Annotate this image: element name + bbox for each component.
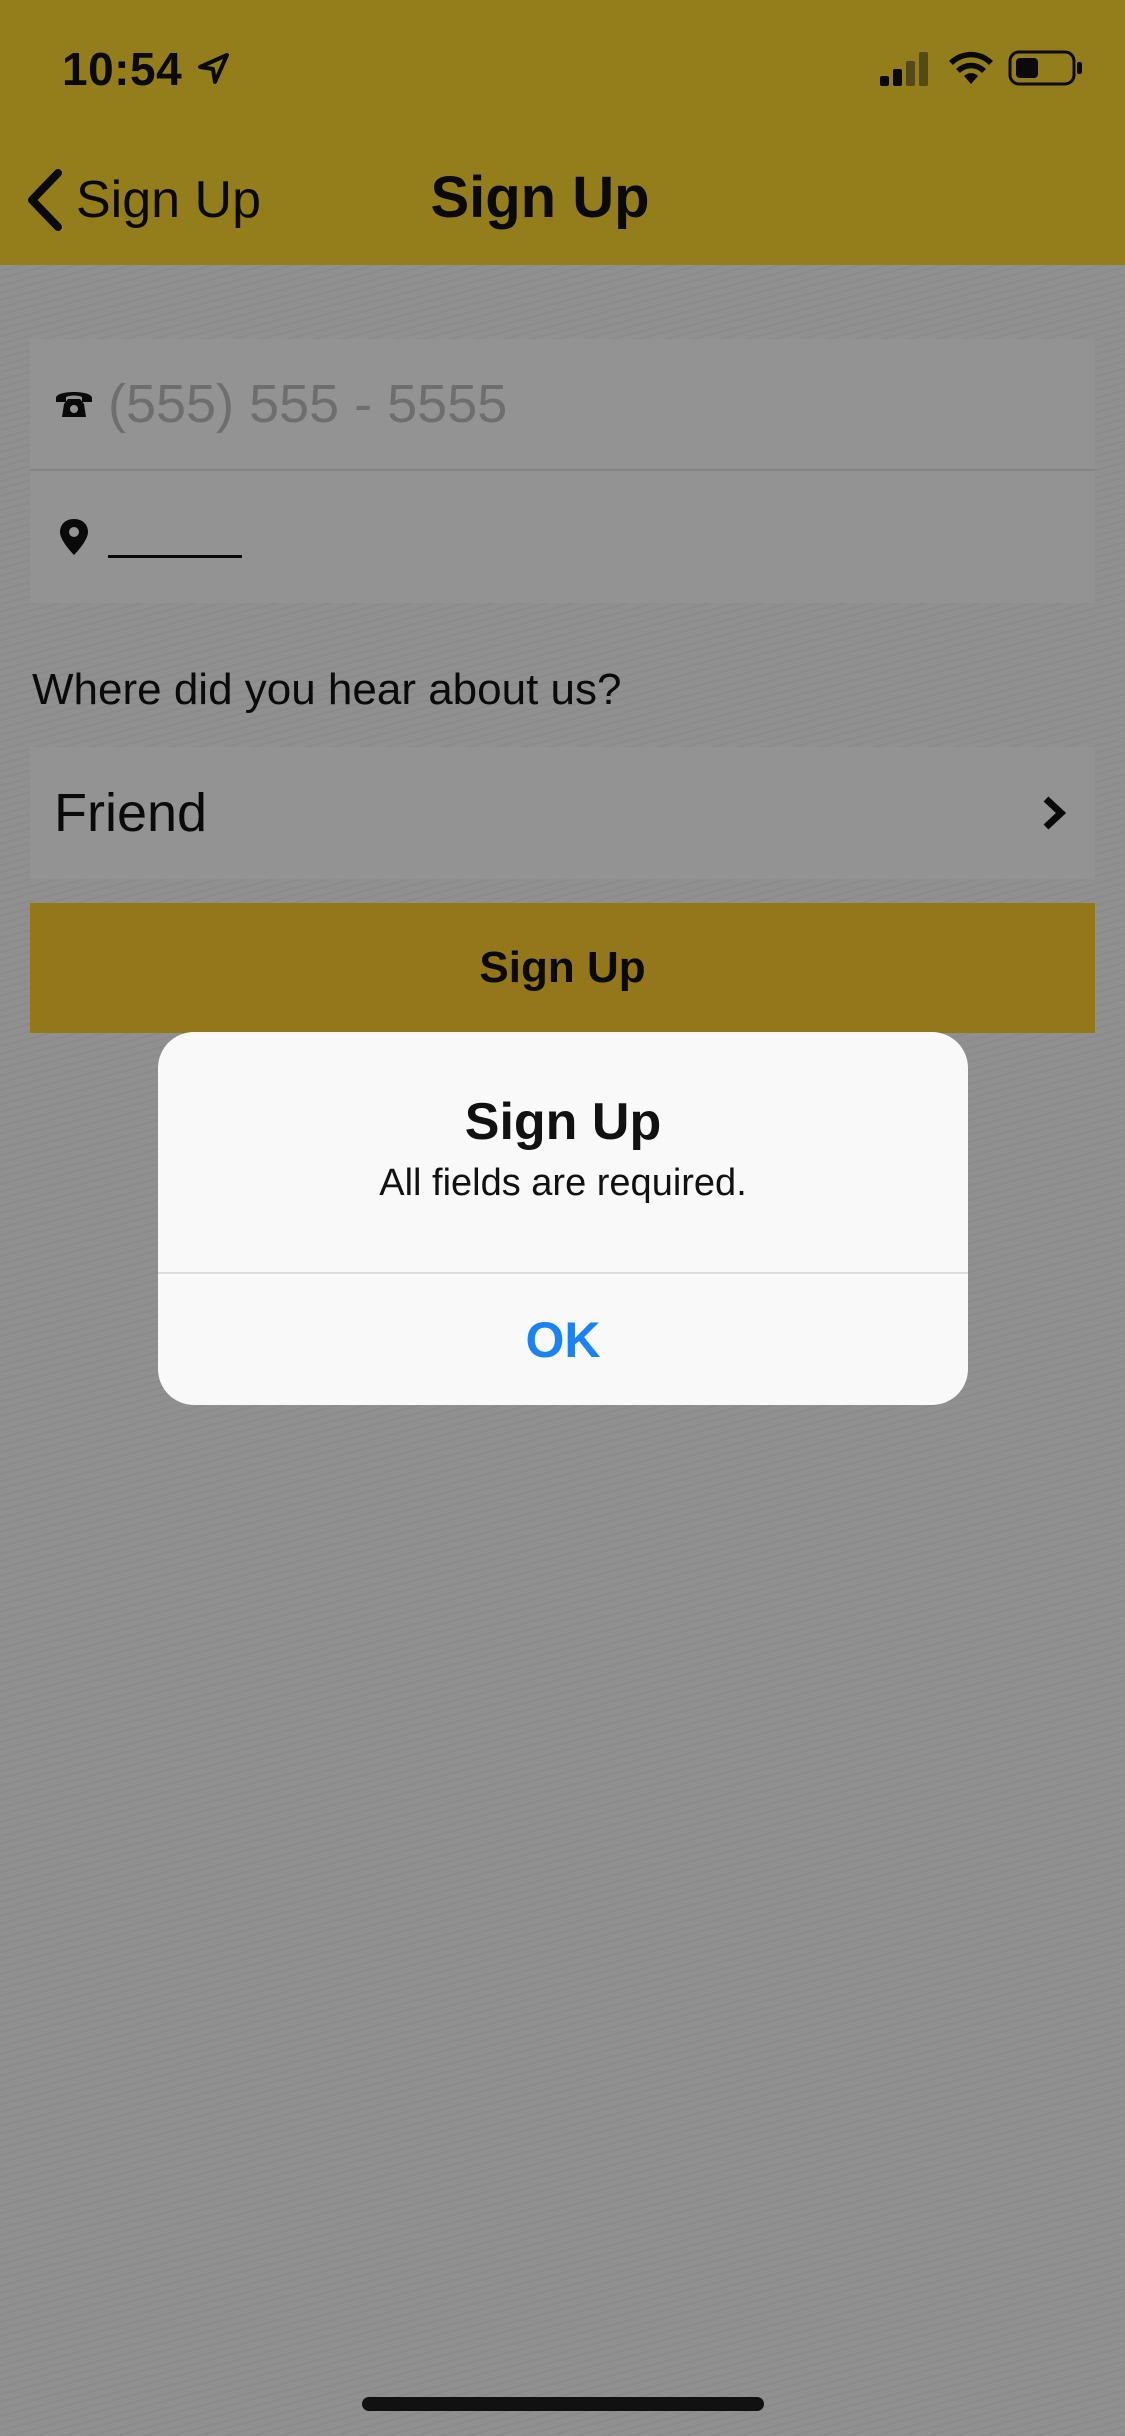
- home-indicator[interactable]: [362, 2397, 764, 2411]
- alert-title: Sign Up: [464, 1093, 662, 1151]
- alert-ok-button[interactable]: OK: [158, 1274, 968, 1405]
- alert-dialog: Sign Up All fields are required. OK: [158, 1032, 968, 1405]
- alert-message: All fields are required.: [379, 1162, 747, 1204]
